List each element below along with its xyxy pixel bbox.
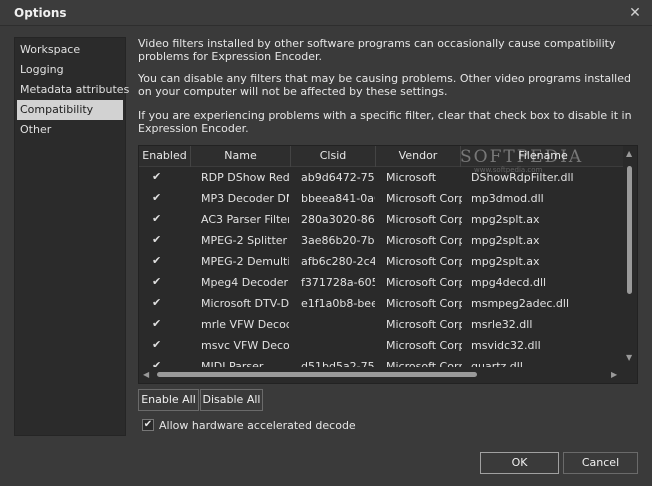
row-enabled-checkbox[interactable]: ✔	[152, 213, 162, 224]
close-icon[interactable]: ✕	[626, 4, 644, 22]
sidebar-item-compatibility[interactable]: Compatibility	[17, 100, 123, 120]
cell-clsid: ab9d6472-752f	[301, 171, 375, 184]
row-enabled-checkbox[interactable]: ✔	[152, 171, 162, 182]
cell-name: MP3 Decoder DM	[201, 192, 289, 205]
horizontal-scrollbar[interactable]: ◀ ▶	[139, 367, 637, 383]
description-paragraph-2: You can disable any filters that may be …	[138, 72, 631, 98]
cell-vendor: Microsoft Corp	[386, 339, 462, 352]
cell-vendor: Microsoft Corp	[386, 318, 462, 331]
window-title: Options	[14, 6, 67, 20]
disable-all-button[interactable]: Disable All	[200, 389, 263, 411]
table-row[interactable]: ✔ MP3 Decoder DM bbeea841-0a63 Microsoft Co…	[139, 188, 625, 209]
row-enabled-checkbox[interactable]: ✔	[152, 318, 162, 329]
enable-all-button[interactable]: Enable All	[138, 389, 199, 411]
table-row[interactable]: ✔ AC3 Parser Filter 280a3020-86cf Microsoft…	[139, 209, 625, 230]
filters-grid: Enabled Name Clsid Vendor Filename ✔ RDP …	[138, 145, 638, 384]
cell-name: MPEG-2 Demultip	[201, 255, 289, 268]
watermark-url: www.softpedia.com	[474, 166, 543, 174]
sidebar-item-logging[interactable]: Logging	[15, 60, 125, 80]
cell-clsid: bbeea841-0a63	[301, 192, 375, 205]
row-enabled-checkbox[interactable]: ✔	[152, 276, 162, 287]
cell-clsid: 3ae86b20-7be8	[301, 234, 375, 247]
sidebar: Workspace Logging Metadata attributes Co…	[14, 37, 129, 436]
cell-filename: msrle32.dll	[471, 318, 533, 331]
table-row[interactable]: ✔RDP DShow Rediab9d6472-752fMicrosoftDSh…	[139, 167, 625, 188]
column-header-enabled[interactable]: Enabled	[139, 146, 191, 167]
row-enabled-checkbox[interactable]: ✔	[152, 255, 162, 266]
hardware-decode-checkbox[interactable]: ✔	[142, 419, 154, 431]
watermark-text: SOFTPEDIA	[460, 147, 584, 167]
title-bar: Options ✕	[0, 0, 652, 26]
cell-vendor: Microsoft Corp	[386, 360, 462, 367]
row-enabled-checkbox[interactable]: ✔	[152, 297, 162, 308]
column-header-vendor[interactable]: Vendor	[376, 146, 461, 167]
cell-clsid: d51bd5a2-7548	[301, 360, 375, 367]
table-row[interactable]: ✔MIDI Parserd51bd5a2-7548Microsoft Corpq…	[139, 356, 625, 367]
table-row[interactable]: ✔ MPEG-2 Demultip afb6c280-2c41 Microsoft C…	[139, 251, 625, 272]
cell-filename: mpg4decd.dll	[471, 276, 547, 289]
cell-vendor: Microsoft Corp	[386, 297, 462, 310]
description-paragraph-3: If you are experiencing problems with a …	[138, 109, 632, 135]
cell-name: Mpeg4 Decoder D	[201, 276, 289, 289]
horizontal-scroll-thumb[interactable]	[157, 372, 477, 377]
cell-vendor: Microsoft	[386, 171, 437, 184]
table-row[interactable]: ✔ Mpeg4 Decoder D f371728a-6052 Microsoft C…	[139, 272, 625, 293]
cell-name: RDP DShow Redi	[201, 171, 289, 184]
cell-vendor: Microsoft Corp	[386, 255, 462, 268]
cell-clsid: afb6c280-2c41	[301, 255, 375, 268]
sidebar-item-other[interactable]: Other	[15, 120, 125, 140]
grid-rows: ✔RDP DShow Rediab9d6472-752fMicrosoftDSh…	[139, 167, 625, 367]
cancel-button[interactable]: Cancel	[563, 452, 638, 474]
cell-filename: quartz.dll	[471, 360, 523, 367]
cell-filename: mpg2splt.ax	[471, 255, 540, 268]
cell-name: MIDI Parser	[201, 360, 264, 367]
column-header-name[interactable]: Name	[191, 146, 291, 167]
cell-vendor: Microsoft Corp	[386, 234, 462, 247]
sidebar-item-metadata-attributes[interactable]: Metadata attributes	[15, 80, 129, 100]
cell-filename: msmpeg2adec.dll	[471, 297, 570, 310]
cell-name: MPEG-2 Splitter	[201, 234, 288, 247]
column-header-clsid[interactable]: Clsid	[291, 146, 376, 167]
cell-name: AC3 Parser Filter	[201, 213, 289, 226]
cell-name: mrle VFW Decode	[201, 318, 289, 331]
table-row[interactable]: ✔ MPEG-2 Splitter 3ae86b20-7be8 Microsoft C…	[139, 230, 625, 251]
cell-vendor: Microsoft Corp	[386, 213, 462, 226]
scroll-down-icon[interactable]: ▼	[626, 354, 632, 362]
cell-filename: mp3dmod.dll	[471, 192, 544, 205]
cell-clsid: 280a3020-86cf	[301, 213, 375, 226]
cell-clsid: f371728a-6052	[301, 276, 375, 289]
table-row[interactable]: ✔ Microsoft DTV-DV e1f1a0b8-beee Microsoft …	[139, 293, 625, 314]
scroll-left-icon[interactable]: ◀	[143, 371, 149, 379]
vertical-scrollbar[interactable]: ▲ ▼	[623, 146, 637, 368]
row-enabled-checkbox[interactable]: ✔	[152, 234, 162, 245]
scroll-up-icon[interactable]: ▲	[626, 150, 632, 158]
cell-filename: mpg2splt.ax	[471, 213, 540, 226]
cell-name: Microsoft DTV-DV	[201, 297, 289, 310]
cell-vendor: Microsoft Corp	[386, 276, 462, 289]
cell-vendor: Microsoft Corp	[386, 192, 462, 205]
cell-filename: msvidc32.dll	[471, 339, 541, 352]
row-enabled-checkbox[interactable]: ✔	[152, 339, 162, 350]
hardware-decode-label: Allow hardware accelerated decode	[159, 419, 356, 432]
cell-clsid: e1f1a0b8-beee	[301, 297, 375, 310]
sidebar-item-workspace[interactable]: Workspace	[15, 40, 125, 60]
vertical-scroll-thumb[interactable]	[627, 166, 632, 294]
scroll-right-icon[interactable]: ▶	[611, 371, 617, 379]
table-row[interactable]: ✔ msvc VFW Decod Microsoft Corp msvidc32.dl…	[139, 335, 625, 356]
cell-clsid	[301, 335, 375, 356]
table-row[interactable]: ✔ mrle VFW Decode Microsoft Corp msrle32.dl…	[139, 314, 625, 335]
row-enabled-checkbox[interactable]: ✔	[152, 192, 162, 203]
description-paragraph-1: Video filters installed by other softwar…	[138, 37, 616, 63]
cell-name: msvc VFW Decod	[201, 339, 289, 352]
cell-filename: mpg2splt.ax	[471, 234, 540, 247]
ok-button[interactable]: OK	[480, 452, 559, 474]
cell-clsid	[301, 314, 375, 335]
